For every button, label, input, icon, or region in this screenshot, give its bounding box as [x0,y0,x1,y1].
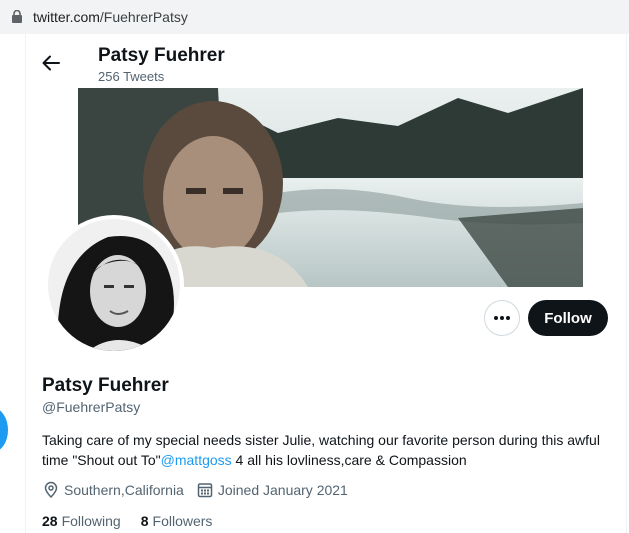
back-arrow-icon[interactable] [40,52,62,74]
location-item: Southern,California [42,481,184,499]
profile-handle: @FuehrerPatsy [42,399,141,415]
followers-label: Followers [152,513,213,529]
profile-bio: Taking care of my special needs sister J… [42,430,617,470]
bio-mention-link[interactable]: @mattgoss [161,452,232,468]
joined-item: Joined January 2021 [196,481,348,499]
calendar-icon [197,483,213,498]
more-options-button[interactable] [484,300,520,336]
header-name: Patsy Fuehrer [98,45,225,66]
bio-text-end: 4 all his lovliness,care & Compassion [231,452,467,468]
follow-button[interactable]: Follow [528,300,608,336]
following-link[interactable]: 28 Following [42,513,121,529]
url-path: /FuehrerPatsy [99,9,188,25]
joined-text: Joined January 2021 [217,482,348,498]
following-label: Following [61,513,121,529]
following-count: 28 [42,513,58,529]
right-divider [626,34,627,533]
followers-link[interactable]: 8 Followers [141,513,213,529]
url-host: twitter.com [33,9,100,25]
follow-stats: 28 Following 8 Followers [42,513,232,529]
profile-name: Patsy Fuehrer [42,375,169,396]
header-tweet-count: 256 Tweets [98,69,165,84]
more-dots-icon [494,316,510,320]
left-divider [25,34,26,533]
browser-address-bar[interactable]: twitter.com/FuehrerPatsy [0,0,629,34]
location-text: Southern,California [64,482,184,498]
compose-button-partial[interactable] [0,408,8,452]
lock-icon [12,10,22,23]
profile-meta: Southern,California Joined January 2021 [42,481,360,499]
location-pin-icon [44,481,58,499]
url-text[interactable]: twitter.com/FuehrerPatsy [33,9,188,25]
avatar-photo [48,219,180,351]
followers-count: 8 [140,513,149,529]
profile-avatar[interactable] [44,215,184,355]
